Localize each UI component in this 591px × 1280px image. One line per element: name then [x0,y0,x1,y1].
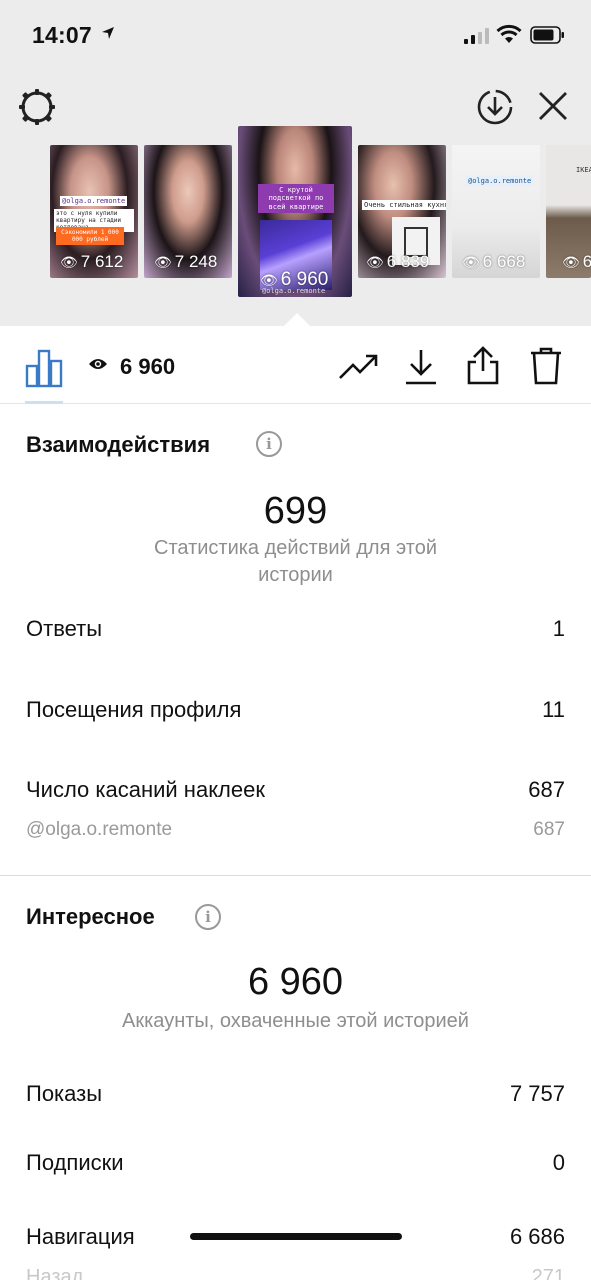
info-icon[interactable]: i [256,431,282,457]
stat-label: Ответы [26,616,103,641]
eye-icon: 👁 [260,271,278,288]
story-view-count: 👁 6 960 [260,269,328,291]
stat-row: Ответы 1 [26,616,565,642]
story-view-count: 👁 7 612 [60,252,123,272]
stat-row-partial: Назад 271 [26,1266,565,1280]
home-indicator[interactable] [190,1233,402,1240]
status-bar: 14:07 [0,0,591,70]
wifi-icon [496,24,522,43]
info-icon[interactable]: i [195,904,221,930]
stat-row: Показы 7 757 [26,1081,565,1107]
stat-label: Посещения профиля [26,697,242,722]
story-views-value: 7 612 [80,252,124,271]
interactions-total: 699 [263,490,328,532]
story-orange-sticker: Сэкономили 1 000 000 рублей [56,227,124,246]
bar-chart-icon[interactable] [25,348,63,388]
stat-value: 11 [542,697,565,722]
download-icon[interactable] [403,348,439,386]
stat-row: Подписки 0 [26,1150,565,1176]
location-arrow-icon [102,27,114,39]
stat-row: Число касаний наклеек 687 [26,777,565,803]
stat-label: Число касаний наклеек [26,777,265,802]
stat-sub-label: @olga.o.remonte [26,819,173,840]
story-views-value: 6 960 [280,269,329,290]
stat-value: 0 [552,1150,565,1175]
interactions-subtitle: Статистика действий для этой истории [154,537,437,586]
insights-toolbar: 6 960 [0,326,591,404]
stat-value: 1 [552,616,565,641]
eye-icon: 👁 [462,253,480,270]
story-views-value: 7 248 [174,252,218,271]
discovery-subtitle: Аккаунты, охваченные этой историей [122,1010,469,1032]
battery-icon [530,26,564,44]
story-view-count: 👁 6 [562,252,591,272]
story-views-value: 6 [582,252,591,271]
stat-label: Навигация [26,1224,135,1249]
stat-sub-value: 687 [533,819,565,840]
story-view-count: 👁 6 839 [366,252,429,272]
story-views-value: 6 668 [482,252,526,271]
story-thumbnail[interactable]: @olga.o.remonte 👁 6 668 [452,145,540,278]
toolbar-view-count: 6 960 [120,354,176,379]
trending-up-icon[interactable] [338,350,380,382]
discovery-title: Интересное [26,904,155,929]
stat-value: 7 757 [509,1081,565,1106]
eye-icon [89,359,107,369]
story-views-value: 6 839 [386,252,430,271]
story-mention-sticker: @olga.o.remonte [60,196,128,206]
story-thumbnail[interactable]: IKEA 👁 6 [546,145,591,278]
share-icon[interactable] [465,346,501,386]
story-mention-sticker: @olga.o.remonte [466,176,534,186]
status-time: 14:07 [32,22,92,48]
stat-label: Подписки [26,1150,124,1175]
stat-label: Показы [26,1081,103,1106]
story-thumbnail[interactable]: @olga.o.remonte это с нуля купили кварти… [50,145,138,278]
eye-icon: 👁 [60,253,78,270]
story-text-sticker: IKEA [576,166,591,174]
download-circle-icon[interactable] [476,88,514,126]
stat-row: Посещения профиля 11 [26,697,565,723]
stat-value: 6 686 [509,1224,565,1249]
close-icon[interactable] [537,90,569,122]
story-text-sticker: С крутой подсветкой по всей квартире [258,184,334,214]
eye-icon: 👁 [366,253,384,270]
stat-value: 271 [531,1266,565,1280]
story-thumbnail[interactable]: Очень стильная кухня ♥ 👁6 839 [358,145,446,278]
active-tab-indicator [25,401,63,404]
discovery-total: 6 960 [247,961,344,1003]
section-divider [0,875,591,876]
selected-story-pointer [283,313,311,327]
stat-value: 687 [528,777,565,802]
cellular-signal-icon [464,28,489,44]
story-view-count: 👁 6 668 [462,252,525,272]
stat-sub-row: @olga.o.remonte 687 [26,819,565,841]
story-thumbnail[interactable]: 👁 7 248 [144,145,232,278]
story-text-sticker: Очень стильная кухня ♥ [362,200,446,210]
story-thumbnail-selected[interactable]: С крутой подсветкой по всей квартире @ol… [238,126,352,297]
story-view-count: 👁 7 248 [154,252,217,272]
settings-gear-icon[interactable] [17,87,57,127]
trash-icon[interactable] [529,346,563,386]
stat-label: Назад [26,1266,84,1280]
eye-icon: 👁 [154,253,172,270]
interactions-title: Взаимодействия [26,432,211,457]
eye-icon: 👁 [562,253,580,270]
story-strip-area: 14:07 @olga.o.remonte это с нуля купили … [0,0,591,326]
